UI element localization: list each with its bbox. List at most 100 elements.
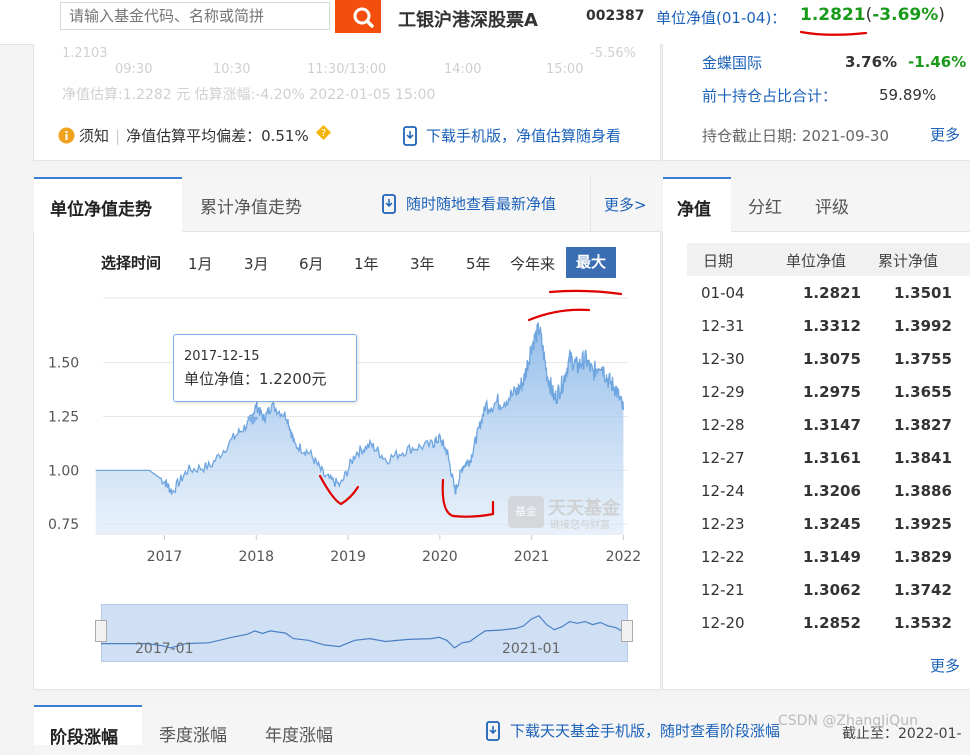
tab-annual-return[interactable]: 年度涨幅 bbox=[265, 721, 333, 746]
unit-nav-label: 单位净值(01-04)： bbox=[656, 9, 787, 27]
nav-table-more-link[interactable]: 更多 bbox=[930, 655, 960, 676]
row-unit-nav: 1.3075 bbox=[803, 350, 861, 368]
tab-unit-nav[interactable]: 单位净值走势 bbox=[34, 177, 182, 232]
range-selector: 选择时间 bbox=[101, 252, 177, 273]
tab-nav-label: 净值 bbox=[677, 200, 711, 220]
top10-value: 59.89% bbox=[879, 86, 937, 104]
perf-download-link[interactable]: 下载天天基金手机版，随时查看阶段涨幅 bbox=[510, 720, 780, 741]
chart-app-link[interactable]: 随时随地查看最新净值 bbox=[406, 193, 556, 214]
tab-stage-return[interactable]: 阶段涨幅 bbox=[34, 705, 142, 748]
faded-tick-1: 10:30 bbox=[213, 62, 251, 77]
download-app-row[interactable]: 下载手机版，净值估算随身看 bbox=[403, 125, 621, 146]
paren-close: ) bbox=[938, 5, 945, 25]
row-unit-nav: 1.3149 bbox=[803, 548, 861, 566]
nav-table-body: 01-04 1.2821 1.3501 12-31 1.3312 1.3992 12-30 1… bbox=[687, 277, 970, 640]
tab-stage-return-label: 阶段涨幅 bbox=[50, 728, 118, 748]
row-date: 12-28 bbox=[701, 416, 745, 434]
range-ytd[interactable]: 今年来 bbox=[510, 253, 555, 274]
header-cumulative-nav: 累计净值 bbox=[878, 252, 939, 270]
x-tick-label: 2021 bbox=[514, 549, 550, 565]
perf-download-row[interactable]: 下载天天基金手机版，随时查看阶段涨幅 bbox=[486, 720, 780, 741]
header-unit-nav: 单位净值 bbox=[786, 252, 847, 270]
table-row: 12-23 1.3245 1.3925 bbox=[687, 508, 970, 541]
table-row: 12-29 1.2975 1.3655 bbox=[687, 376, 970, 409]
range-label: 选择时间 bbox=[101, 254, 162, 272]
fund-code: 002387 bbox=[586, 8, 645, 24]
faded-estimate-line: 净值估算:1.2282 元 估算涨幅:-4.20% 2022-01-05 15:… bbox=[62, 87, 436, 103]
divider: | bbox=[115, 126, 121, 145]
download-app-link[interactable]: 下载手机版，净值估算随身看 bbox=[426, 125, 621, 146]
y-tick-label: 0.75 bbox=[48, 517, 79, 533]
range-3y[interactable]: 3年 bbox=[410, 253, 435, 274]
red-peak-annotation bbox=[527, 308, 591, 322]
holding-name[interactable]: 金蝶国际 bbox=[702, 52, 762, 73]
header-date: 日期 bbox=[703, 252, 734, 270]
table-row: 12-27 1.3161 1.3841 bbox=[687, 442, 970, 475]
row-date: 12-22 bbox=[701, 548, 745, 566]
row-unit-nav: 1.3312 bbox=[803, 317, 861, 335]
row-cumulative-nav: 1.3532 bbox=[894, 614, 952, 632]
faded-estimate-value: 1.2103 bbox=[62, 46, 108, 61]
row-unit-nav: 1.3062 bbox=[803, 581, 861, 599]
tab-unit-nav-label: 单位净值走势 bbox=[50, 200, 152, 220]
table-row: 12-21 1.3062 1.3742 bbox=[687, 574, 970, 607]
tab-rating[interactable]: 评级 bbox=[815, 193, 849, 218]
faded-tick-4: 15:00 bbox=[546, 62, 584, 77]
unit-nav-change: -3.69% bbox=[872, 5, 939, 25]
row-date: 12-20 bbox=[701, 614, 745, 632]
chart-app-link-row[interactable]: 随时随地查看最新净值 bbox=[382, 193, 556, 214]
table-row: 12-28 1.3147 1.3827 bbox=[687, 409, 970, 442]
holdings-more-link[interactable]: 更多 bbox=[930, 124, 960, 145]
tooltip-date: 2017-12-15 bbox=[184, 349, 260, 364]
row-unit-nav: 1.2975 bbox=[803, 383, 861, 401]
tooltip-value: 单位净值：1.2200元 bbox=[184, 370, 327, 388]
x-tick-label: 2020 bbox=[422, 549, 458, 565]
chart-tooltip: 2017-12-15 单位净值：1.2200元 bbox=[173, 334, 357, 402]
row-cumulative-nav: 1.3829 bbox=[894, 548, 952, 566]
range-1y[interactable]: 1年 bbox=[354, 253, 379, 274]
search-button[interactable] bbox=[335, 0, 381, 33]
row-cumulative-nav: 1.3655 bbox=[894, 383, 952, 401]
search-input[interactable] bbox=[60, 2, 330, 30]
help-diamond-icon[interactable]: ? bbox=[315, 124, 332, 141]
table-row: 01-04 1.2821 1.3501 bbox=[687, 277, 970, 310]
row-cumulative-nav: 1.3886 bbox=[894, 482, 952, 500]
y-tick-label: 1.50 bbox=[48, 356, 79, 372]
notice-row: 须知 | 净值估算平均偏差：0.51% ? bbox=[58, 125, 332, 146]
unit-nav-value: 1.2821 bbox=[800, 5, 866, 25]
top10-label: 前十持仓占比合计： bbox=[702, 87, 838, 105]
info-icon bbox=[58, 127, 75, 144]
tab-nav[interactable]: 净值 bbox=[663, 177, 731, 232]
range-max[interactable]: 最大 bbox=[566, 247, 616, 278]
navigator-right-handle[interactable] bbox=[621, 620, 633, 642]
range-6m[interactable]: 6月 bbox=[299, 253, 324, 274]
faded-tick-3: 14:00 bbox=[444, 62, 482, 77]
faded-estimate-change: -5.56% bbox=[590, 46, 636, 61]
row-unit-nav: 1.3245 bbox=[803, 515, 861, 533]
search-icon bbox=[353, 7, 374, 28]
faded-tick-2: 11:30/13:00 bbox=[307, 62, 387, 77]
x-tick-label: 2018 bbox=[238, 549, 274, 565]
row-unit-nav: 1.3206 bbox=[803, 482, 861, 500]
chart-more-link[interactable]: 更多> bbox=[604, 194, 647, 215]
x-tick-label: 2017 bbox=[147, 549, 183, 565]
watermark-badge: 基金 bbox=[508, 496, 544, 528]
row-date: 12-30 bbox=[701, 350, 745, 368]
svg-text:?: ? bbox=[321, 128, 326, 139]
range-1m[interactable]: 1月 bbox=[188, 253, 213, 274]
tab-quarter-return[interactable]: 季度涨幅 bbox=[159, 721, 227, 746]
tab-cumulative-nav[interactable]: 累计净值走势 bbox=[200, 193, 302, 218]
y-tick-label: 1.25 bbox=[48, 410, 79, 426]
csdn-watermark: CSDN @ZhangJiQun bbox=[778, 713, 918, 729]
table-row: 12-22 1.3149 1.3829 bbox=[687, 541, 970, 574]
navigator-left-handle[interactable] bbox=[95, 620, 107, 642]
row-date: 12-24 bbox=[701, 482, 745, 500]
phone-icon bbox=[382, 193, 396, 214]
unit-nav-readout: 1.2821(-3.69%) bbox=[800, 5, 945, 25]
range-3m[interactable]: 3月 bbox=[244, 253, 269, 274]
navigator-label-2017: 2017-01 bbox=[135, 641, 194, 657]
range-5y[interactable]: 5年 bbox=[466, 253, 491, 274]
red-underline-annotation bbox=[799, 30, 868, 36]
notice-link[interactable]: 须知 bbox=[79, 125, 109, 146]
tab-dividend[interactable]: 分红 bbox=[748, 193, 782, 218]
